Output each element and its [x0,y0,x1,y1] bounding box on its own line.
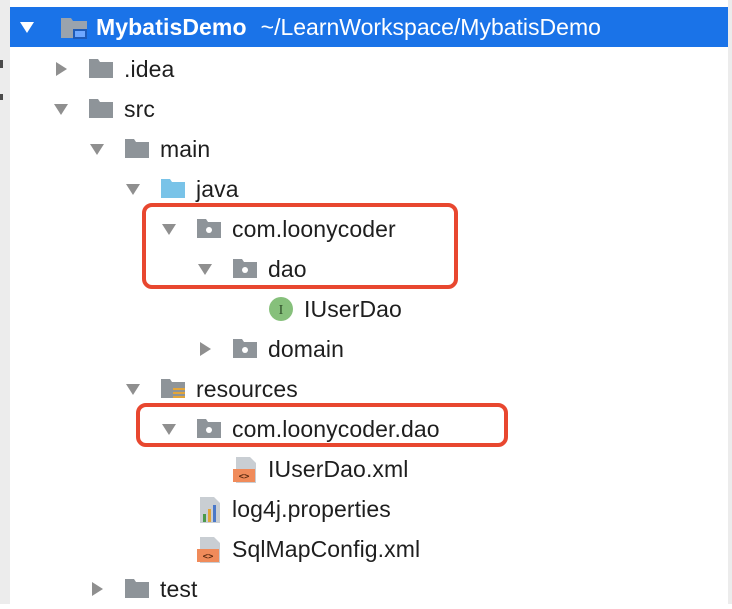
resources-folder-icon [160,376,186,402]
tree-row-log4j[interactable]: log4j.properties [196,489,391,529]
tree-row-src[interactable]: src [50,89,155,129]
chevron-down-icon[interactable] [86,129,108,169]
tree-label: src [124,95,155,122]
project-path: ~/LearnWorkspace/MybatisDemo [260,13,601,40]
tree-label: .idea [124,55,175,82]
folder-icon [88,96,114,122]
xml-file-icon: <> [232,456,258,483]
folder-icon [124,576,150,602]
tree-row-iuserdao[interactable]: I IUserDao [268,289,402,329]
tree-label: domain [268,335,345,362]
xml-badge-text: <> [239,472,250,482]
source-folder-icon [160,176,186,202]
tree-row-idea[interactable]: .idea [50,49,174,89]
tree-label: main [160,135,211,162]
folder-icon [124,136,150,162]
folder-icon [88,56,114,82]
tree-label: resources [196,375,298,402]
gutter-mark [0,60,3,68]
chevron-down-icon[interactable] [16,7,38,47]
tree-label: log4j.properties [232,495,391,522]
chevron-right-icon[interactable] [50,49,72,89]
chevron-down-icon[interactable] [50,89,72,129]
gutter-mark [0,94,3,100]
highlight-box-java-packages [142,203,458,289]
tree-row-domain[interactable]: domain [194,329,344,369]
chevron-down-icon[interactable] [122,169,144,209]
tree-row-iuserdao-xml[interactable]: <> IUserDao.xml [232,449,409,489]
tree-row-project[interactable]: MybatisDemo ~/LearnWorkspace/MybatisDemo [10,7,728,47]
xml-file-icon: <> [196,536,222,563]
tree-label: IUserDao.xml [268,455,409,482]
tree-label: SqlMapConfig.xml [232,535,421,562]
interface-badge-text: I [279,303,284,318]
tree-row-test[interactable]: test [86,569,197,609]
chevron-right-icon[interactable] [86,569,108,609]
project-name: MybatisDemo [96,13,247,40]
tree-row-main[interactable]: main [86,129,210,169]
tree-label: IUserDao [304,295,402,322]
tree-row-sqlmapconfig[interactable]: <> SqlMapConfig.xml [196,529,420,569]
project-folder-icon [60,14,87,40]
scrollbar-track[interactable] [728,0,732,604]
tree-label: test [160,575,198,602]
xml-badge-text: <> [203,552,214,562]
gutter-strip [0,0,10,604]
tree-label: java [196,175,239,202]
highlight-box-resource-package [136,403,508,447]
properties-file-icon [196,496,222,523]
chevron-right-icon[interactable] [194,329,216,369]
interface-icon: I [268,296,294,322]
package-icon [232,336,258,362]
